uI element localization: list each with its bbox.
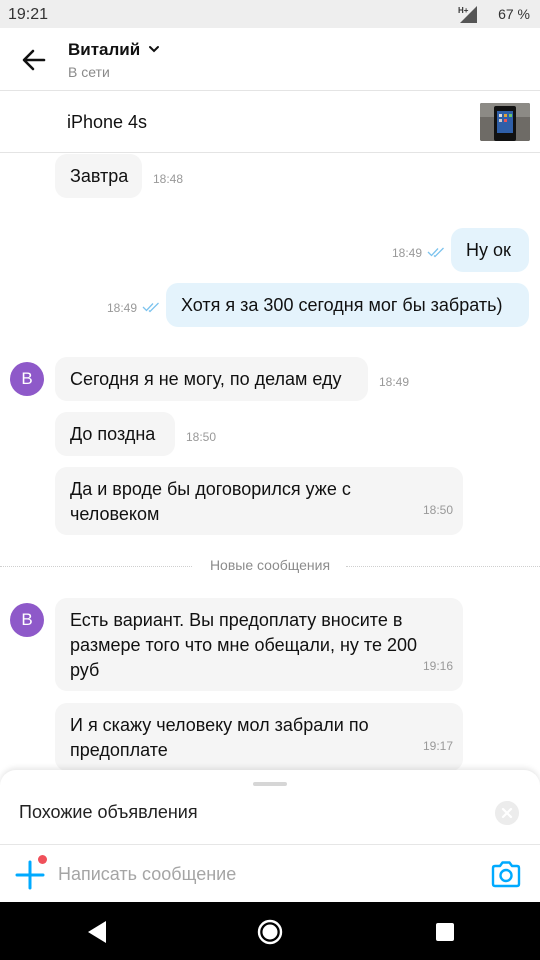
message-text: Хотя я за 300 сегодня мог бы забрать) bbox=[181, 295, 503, 315]
contact-name[interactable]: Виталий bbox=[68, 40, 140, 60]
nav-home-icon[interactable] bbox=[257, 919, 283, 945]
avatar[interactable]: В bbox=[10, 603, 44, 637]
message-time: 19:16 bbox=[422, 659, 453, 673]
signal-icon: H+ bbox=[458, 6, 477, 23]
message-time: 19:17 bbox=[422, 739, 453, 753]
message-bubble-out[interactable]: Ну ок bbox=[451, 228, 529, 272]
nav-back-icon[interactable] bbox=[86, 920, 108, 944]
message-bubble-out[interactable]: Хотя я за 300 сегодня мог бы забрать) bbox=[166, 283, 529, 327]
ad-title[interactable]: iPhone 4s bbox=[67, 112, 147, 133]
close-icon[interactable] bbox=[495, 801, 519, 825]
notification-dot bbox=[38, 855, 47, 864]
message-composer bbox=[0, 844, 540, 903]
read-checkmarks-icon bbox=[427, 247, 444, 258]
message-bubble-in[interactable]: И я скажу человеку мол забрали по предоп… bbox=[55, 703, 463, 771]
message-text: Завтра bbox=[70, 166, 129, 186]
message-bubble-in[interactable]: Есть вариант. Вы предоплату вносите в ра… bbox=[55, 598, 463, 691]
ad-bar[interactable]: iPhone 4s bbox=[0, 91, 540, 153]
similar-ads-title[interactable]: Похожие объявления bbox=[19, 802, 198, 823]
message-time: 18:49 bbox=[379, 375, 410, 389]
message-time: 18:48 bbox=[153, 172, 184, 186]
arrow-left-icon[interactable] bbox=[14, 42, 54, 78]
message-text: Ну ок bbox=[466, 240, 511, 260]
message-text: Сегодня я не могу, по делам еду bbox=[70, 369, 342, 389]
system-nav-bar bbox=[0, 902, 540, 960]
message-text: Да и вроде бы договорился уже с человеко… bbox=[70, 479, 351, 524]
status-time: 19:21 bbox=[8, 6, 49, 23]
message-bubble-in[interactable]: До поздна bbox=[55, 412, 175, 456]
divider-label: Новые сообщения bbox=[209, 557, 331, 573]
chat-header: Виталий В сети bbox=[0, 28, 540, 91]
avatar[interactable]: В bbox=[10, 362, 44, 396]
message-input[interactable] bbox=[58, 861, 458, 887]
message-text: До поздна bbox=[70, 424, 156, 444]
ad-thumbnail[interactable] bbox=[480, 103, 530, 141]
chevron-down-icon[interactable] bbox=[147, 42, 161, 56]
message-text: И я скажу человеку мол забрали по предоп… bbox=[70, 715, 369, 760]
message-bubble-in[interactable]: Завтра bbox=[55, 154, 142, 198]
divider-line bbox=[346, 566, 540, 567]
new-messages-divider: Новые сообщения bbox=[0, 556, 540, 576]
sheet-drag-handle[interactable] bbox=[253, 782, 287, 786]
read-checkmarks-icon bbox=[142, 302, 159, 313]
battery-level: 67 % bbox=[498, 6, 530, 22]
contact-status: В сети bbox=[68, 64, 110, 80]
camera-icon[interactable] bbox=[490, 859, 522, 889]
message-time: 18:49 bbox=[392, 246, 423, 260]
message-time: 18:50 bbox=[186, 430, 217, 444]
nav-recents-icon[interactable] bbox=[436, 923, 454, 941]
similar-ads-sheet[interactable]: Похожие объявления bbox=[0, 770, 540, 844]
message-text: Есть вариант. Вы предоплату вносите в ра… bbox=[70, 610, 418, 680]
network-type-label: H+ bbox=[458, 6, 469, 15]
message-time: 18:49 bbox=[107, 301, 138, 315]
status-bar: 19:21 H+ 67 % bbox=[0, 0, 540, 28]
message-time: 18:50 bbox=[422, 503, 453, 517]
message-bubble-in[interactable]: Сегодня я не могу, по делам еду bbox=[55, 357, 368, 401]
message-bubble-in[interactable]: Да и вроде бы договорился уже с человеко… bbox=[55, 467, 463, 535]
phone-photo-icon bbox=[480, 103, 530, 141]
